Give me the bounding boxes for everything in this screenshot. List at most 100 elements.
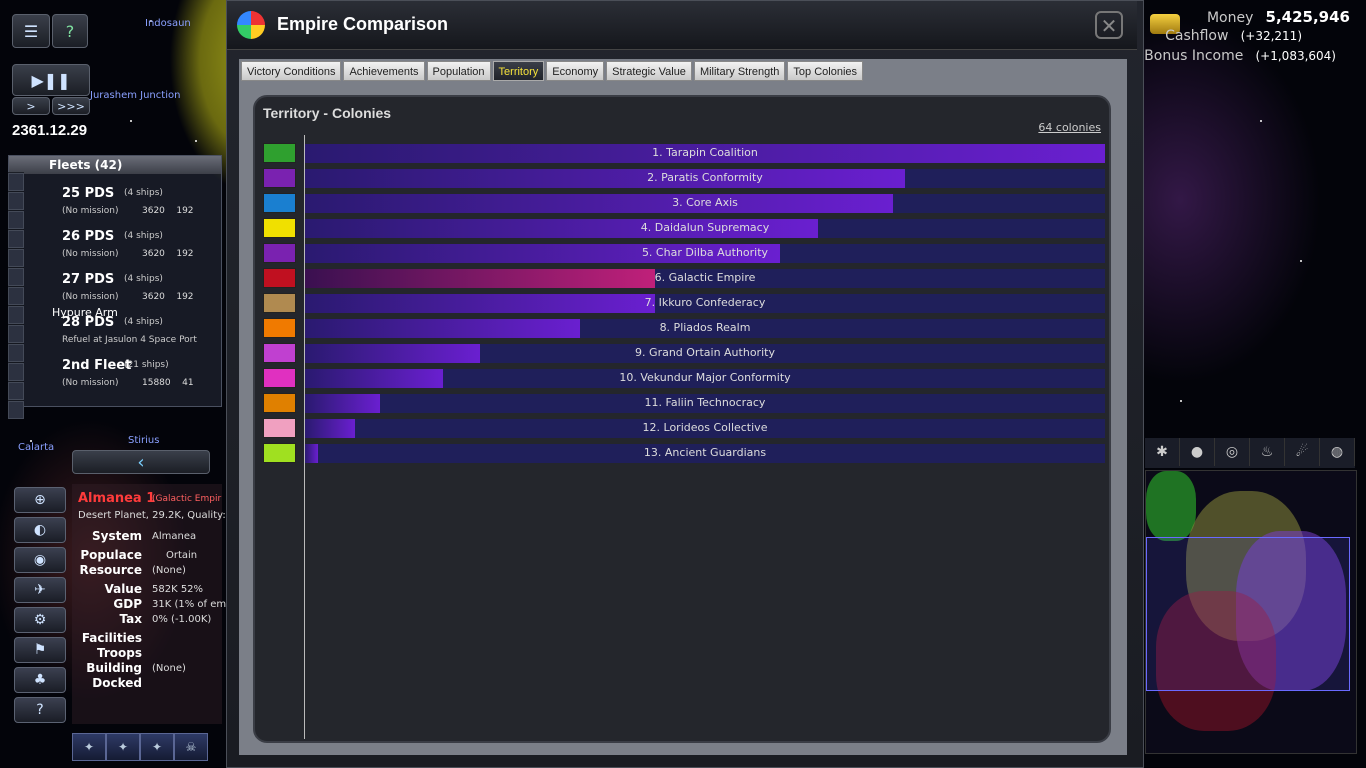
fleet-row[interactable]: 2nd Fleet (21 ships) (No mission) 15880 … bbox=[24, 356, 214, 398]
tab-economy[interactable]: Economy bbox=[546, 61, 605, 81]
tab-content: Territory - Colonies 64 colonies 1. Tara… bbox=[239, 83, 1127, 755]
star bbox=[1180, 400, 1182, 402]
tab-achievements[interactable]: Achievements bbox=[343, 61, 425, 81]
fleet-name: 27 PDS bbox=[62, 272, 115, 287]
empire-row[interactable]: 9. Grand Ortain Authority bbox=[263, 343, 1105, 364]
menu-icon[interactable]: ☰ bbox=[12, 14, 50, 48]
fleet-ships: (4 ships) bbox=[124, 188, 163, 198]
planet-field-value: 0% (-1.00K) bbox=[152, 614, 212, 625]
planet-field-label: Populace bbox=[80, 548, 142, 562]
nebula-icon[interactable]: ☄ bbox=[1285, 438, 1320, 466]
close-button[interactable]: ✕ bbox=[1095, 11, 1123, 39]
viewport-rect[interactable] bbox=[1146, 537, 1350, 691]
fleet-value: 3620 192 bbox=[142, 249, 194, 259]
planet-icon[interactable]: ◐ bbox=[14, 517, 66, 543]
empire-row[interactable]: 8. Pliados Realm bbox=[263, 318, 1105, 339]
fleet-action-icon[interactable]: ✦ bbox=[140, 733, 174, 761]
star bbox=[1260, 120, 1262, 122]
filter-icon[interactable] bbox=[8, 249, 24, 267]
bar-label: 11. Faliin Technocracy bbox=[644, 396, 766, 409]
help-icon[interactable]: ? bbox=[52, 14, 88, 48]
eye-icon[interactable]: ◉ bbox=[14, 547, 66, 573]
tab-victory-conditions[interactable]: Victory Conditions bbox=[241, 61, 342, 81]
filter-icon[interactable] bbox=[8, 306, 24, 324]
filter-icon[interactable] bbox=[8, 211, 24, 229]
empire-row[interactable]: 7. Ikkuro Confederacy bbox=[263, 293, 1105, 314]
filter-icon[interactable] bbox=[8, 173, 24, 191]
fleet-ships: (4 ships) bbox=[124, 274, 163, 284]
filter-icon[interactable] bbox=[8, 287, 24, 305]
tab-territory[interactable]: Territory bbox=[492, 61, 545, 81]
empire-row[interactable]: 5. Char Dilba Authority bbox=[263, 243, 1105, 264]
bar-label: 8. Pliados Realm bbox=[659, 321, 751, 334]
planet-field-label: Value bbox=[104, 582, 142, 596]
star bbox=[195, 140, 197, 142]
gear-icon[interactable]: ⚙ bbox=[14, 607, 66, 633]
tab-military-strength[interactable]: Military Strength bbox=[693, 61, 786, 81]
bar-label: 3. Core Axis bbox=[672, 196, 738, 209]
filter-icon[interactable] bbox=[8, 363, 24, 381]
empire-flag-icon bbox=[263, 393, 296, 413]
map-label: Hypure Arm bbox=[52, 306, 118, 319]
fleet-row[interactable]: 25 PDS (4 ships) (No mission) 3620 192 bbox=[24, 184, 214, 226]
filter-icon[interactable] bbox=[8, 230, 24, 248]
empire-row[interactable]: 11. Faliin Technocracy bbox=[263, 393, 1105, 414]
fleet-row[interactable]: 26 PDS (4 ships) (No mission) 3620 192 bbox=[24, 227, 214, 269]
planet-field-label: Troops bbox=[96, 646, 142, 660]
tab-top-colonies[interactable]: Top Colonies bbox=[787, 61, 864, 81]
filter-icon[interactable] bbox=[8, 192, 24, 210]
map-label: Stirius bbox=[128, 435, 160, 446]
tab-population[interactable]: Population bbox=[426, 61, 491, 81]
section-title: Territory - Colonies bbox=[263, 105, 392, 121]
fleet-action-icon[interactable]: ✦ bbox=[72, 733, 106, 761]
empire-comparison-dialog: Empire Comparison ✕ Victory Conditions Ac… bbox=[226, 0, 1144, 768]
globe-icon[interactable]: ◍ bbox=[1320, 438, 1355, 466]
fleet-row[interactable]: 28 PDS (4 ships) Refuel at Jasulon 4 Spa… bbox=[24, 313, 214, 355]
map-label: Calarta bbox=[18, 442, 55, 453]
planet-field-value: Ortain bbox=[166, 550, 198, 561]
empire-row[interactable]: 10. Vekundur Major Conformity bbox=[263, 368, 1105, 389]
minimap[interactable] bbox=[1145, 470, 1357, 754]
ringed-planet-icon[interactable]: ◎ bbox=[1215, 438, 1250, 466]
bar-label: 10. Vekundur Major Conformity bbox=[619, 371, 791, 384]
planet-field-value: (None) bbox=[152, 663, 186, 674]
empire-row[interactable]: 2. Paratis Conformity bbox=[263, 168, 1105, 189]
speed-slow-button[interactable]: > bbox=[12, 97, 50, 115]
filter-icon[interactable] bbox=[8, 382, 24, 400]
map-label: Jurashem Junction bbox=[90, 90, 181, 101]
bar-label: 6. Galactic Empire bbox=[654, 271, 756, 284]
planet-description: Desert Planet, 29.2K, Quality: 6 bbox=[78, 510, 236, 521]
planet-owner: (Galactic Empir bbox=[152, 494, 222, 504]
planet-name[interactable]: Almanea 1 bbox=[78, 491, 155, 506]
empire-row[interactable]: 1. Tarapin Coalition bbox=[263, 143, 1105, 164]
skull-icon[interactable]: ☠ bbox=[174, 733, 208, 761]
fleets-header[interactable]: Fleets (42) bbox=[9, 156, 221, 174]
empire-row[interactable]: 4. Daidalun Supremacy bbox=[263, 218, 1105, 239]
filter-icon[interactable] bbox=[8, 268, 24, 286]
filter-icon[interactable] bbox=[8, 325, 24, 343]
filter-icon[interactable] bbox=[8, 344, 24, 362]
planet-field-label: Tax bbox=[119, 612, 142, 626]
empire-row[interactable]: 13. Ancient Guardians bbox=[263, 443, 1105, 464]
play-pause-button[interactable]: ▶❚❚ bbox=[12, 64, 90, 96]
planet-icon[interactable]: ● bbox=[1180, 438, 1215, 466]
speed-fast-button[interactable]: >>> bbox=[52, 97, 90, 115]
star bbox=[130, 120, 132, 122]
empire-flag-icon bbox=[263, 168, 296, 188]
empire-row[interactable]: 12. Lorideos Collective bbox=[263, 418, 1105, 439]
fleet-action-icon[interactable]: ✦ bbox=[106, 733, 140, 761]
empire-row[interactable]: 3. Core Axis bbox=[263, 193, 1105, 214]
filter-icon[interactable] bbox=[8, 401, 24, 419]
empire-row[interactable]: 6. Galactic Empire bbox=[263, 268, 1105, 289]
flame-icon[interactable]: ♨ bbox=[1250, 438, 1285, 466]
flag-icon[interactable]: ⚑ bbox=[14, 637, 66, 663]
ship-icon[interactable]: ✈ bbox=[14, 577, 66, 603]
tab-strategic-value[interactable]: Strategic Value bbox=[606, 61, 692, 81]
fleet-name: 25 PDS bbox=[62, 186, 115, 201]
help-query-icon[interactable]: ? bbox=[14, 697, 66, 723]
collapse-button[interactable]: ‹ bbox=[72, 450, 210, 474]
target-icon[interactable]: ⊕ bbox=[14, 487, 66, 513]
bar-label: 2. Paratis Conformity bbox=[647, 171, 763, 184]
tree-icon[interactable]: ♣ bbox=[14, 667, 66, 693]
satellite-icon[interactable]: ✱ bbox=[1145, 438, 1180, 466]
